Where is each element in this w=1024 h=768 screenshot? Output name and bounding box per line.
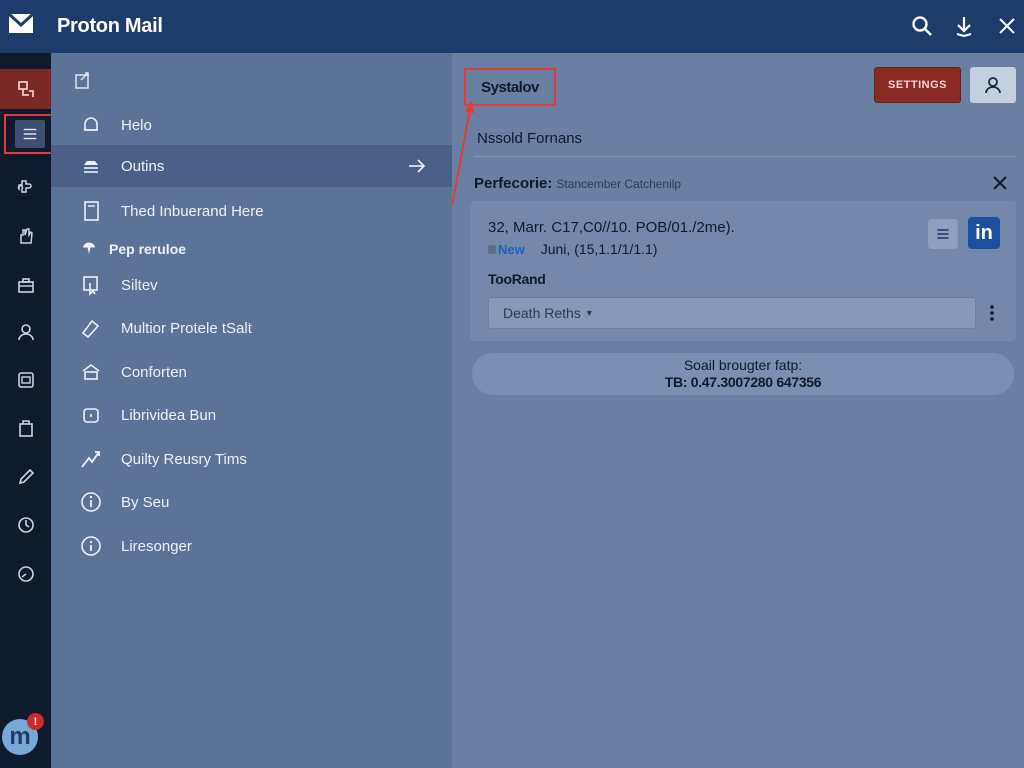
folder-label: Pep reruloe — [109, 241, 187, 257]
card-line-1: 32, Marr. C17,C0//10. POB/01./2me). — [488, 219, 735, 236]
folder-item[interactable]: Quilty Reusry Tims — [51, 438, 452, 480]
folder-item[interactable]: Multior Protele tSalt — [51, 307, 452, 349]
card-line-2-text: Juni, (15,1.1/1/1.1) — [540, 241, 658, 257]
settings-button[interactable]: SETTINGS — [874, 67, 961, 103]
puzzle-icon — [17, 180, 32, 193]
folder-item[interactable]: Thed Inbuerand Here — [51, 190, 452, 232]
robot-icon — [17, 81, 34, 97]
menu-button[interactable] — [928, 219, 958, 249]
divider — [474, 156, 1016, 157]
folder-item[interactable]: Conforten — [51, 351, 452, 393]
folder-item[interactable]: Helo — [51, 104, 452, 146]
info-circle-icon — [79, 534, 103, 558]
message-card: 32, Marr. C17,C0//10. POB/01./2me). New … — [470, 201, 1016, 341]
select-value: Death Reths — [503, 305, 581, 321]
new-dot-icon — [488, 244, 496, 254]
rail-item-dashboard[interactable] — [0, 554, 51, 594]
summary-line-2: TB: 0.47.3007280 647356 — [664, 374, 822, 390]
folder-label: Librividea Bun — [121, 406, 217, 424]
folder-label: Quilty Reusry Tims — [121, 450, 247, 468]
folder-label: Helo — [121, 116, 152, 134]
rail-item-robot[interactable] — [0, 69, 51, 109]
folder-item[interactable]: Siltev — [51, 264, 452, 306]
linkedin-button[interactable]: in — [968, 217, 1000, 249]
new-tag: New — [488, 242, 525, 257]
search-icon — [912, 16, 932, 36]
option-select[interactable]: Death Reths ▼ — [488, 297, 976, 329]
close-icon[interactable] — [990, 173, 1010, 193]
tray-icon — [79, 154, 103, 178]
info-icon — [79, 490, 103, 514]
notification-badge: ! — [27, 713, 44, 730]
section-title: Nssold Fornans — [477, 130, 583, 147]
folder-label: Multior Protele tSalt — [121, 319, 252, 337]
card-field-label: TooRand — [488, 271, 546, 287]
search-button[interactable] — [909, 13, 935, 39]
new-label: New — [498, 241, 525, 257]
bell-icon — [79, 113, 103, 137]
more-options-icon[interactable] — [988, 303, 996, 323]
tag-icon — [79, 316, 103, 340]
rail-item-list[interactable] — [4, 114, 56, 154]
home-icon — [79, 360, 103, 384]
clock-icon — [17, 517, 34, 533]
rail-item-camera[interactable] — [0, 360, 51, 400]
page-title: Systalov — [464, 68, 556, 106]
briefcase-icon — [17, 278, 34, 293]
bag-icon — [18, 420, 33, 437]
dashboard-icon — [17, 566, 34, 582]
compose-icon[interactable] — [73, 71, 93, 91]
folder-item[interactable]: By Seu — [51, 481, 452, 523]
folder-item[interactable]: Liresonger — [51, 525, 452, 567]
folder-label: Siltev — [121, 276, 158, 294]
summary-line-1: Soail brougter fatp: — [683, 357, 803, 373]
content-panel: Systalov SETTINGS Nssold Fornans Perfeco… — [452, 53, 1024, 768]
rail-item-puzzle[interactable] — [0, 167, 51, 207]
rail-item-briefcase[interactable] — [0, 265, 51, 305]
zigzag-icon — [79, 447, 103, 471]
rail-item-user[interactable] — [0, 312, 51, 352]
folder-panel: Helo Outins Thed Inbuerand Here Pep reru… — [51, 53, 452, 768]
folder-label: By Seu — [121, 493, 170, 511]
download-icon — [956, 17, 972, 37]
cursor-icon — [79, 273, 103, 297]
drop-icon — [77, 237, 101, 261]
folder-label: Thed Inbuerand Here — [121, 202, 264, 220]
profile-button[interactable] — [970, 67, 1016, 103]
rail-item-bag[interactable] — [0, 408, 51, 448]
close-icon — [999, 18, 1015, 34]
folder-item[interactable]: Outins — [51, 145, 452, 187]
folder-label: Conforten — [121, 363, 187, 381]
card-head-label: Perfecorie: — [474, 175, 553, 192]
summary-box: Soail brougter fatp: TB: 0.47.3007280 64… — [472, 353, 1014, 395]
card-subtitle: Stancember Catchenilp — [556, 177, 682, 191]
card-heading: Perfecorie: Stancember Catchenilp — [474, 175, 681, 192]
lock-icon — [79, 403, 103, 427]
app-title: Proton Mail — [57, 15, 163, 37]
close-window-button[interactable] — [994, 13, 1020, 39]
arrow-right-icon — [409, 159, 426, 173]
rail-item-clock[interactable] — [0, 505, 51, 545]
list-icon — [23, 128, 37, 140]
rail-item-hand[interactable] — [0, 216, 51, 256]
user-icon — [985, 77, 1001, 94]
download-button[interactable] — [951, 13, 977, 39]
folder-label: Liresonger — [121, 537, 192, 555]
mail-logo-icon — [8, 12, 34, 33]
icon-rail — [0, 53, 56, 768]
hand-icon — [19, 228, 33, 244]
camera-icon — [17, 372, 34, 388]
hamburger-icon — [937, 229, 949, 239]
folder-label: Outins — [121, 157, 165, 175]
card-line-2: New Juni, (15,1.1/1/1.1) — [488, 241, 657, 257]
chevron-down-icon: ▼ — [584, 308, 594, 318]
pencil-icon — [18, 468, 34, 485]
user-icon — [17, 324, 34, 341]
folder-item[interactable]: Librividea Bun — [51, 394, 452, 436]
rail-item-pencil[interactable] — [0, 457, 51, 497]
top-bar: Proton Mail — [0, 0, 1024, 53]
document-icon — [79, 199, 103, 223]
